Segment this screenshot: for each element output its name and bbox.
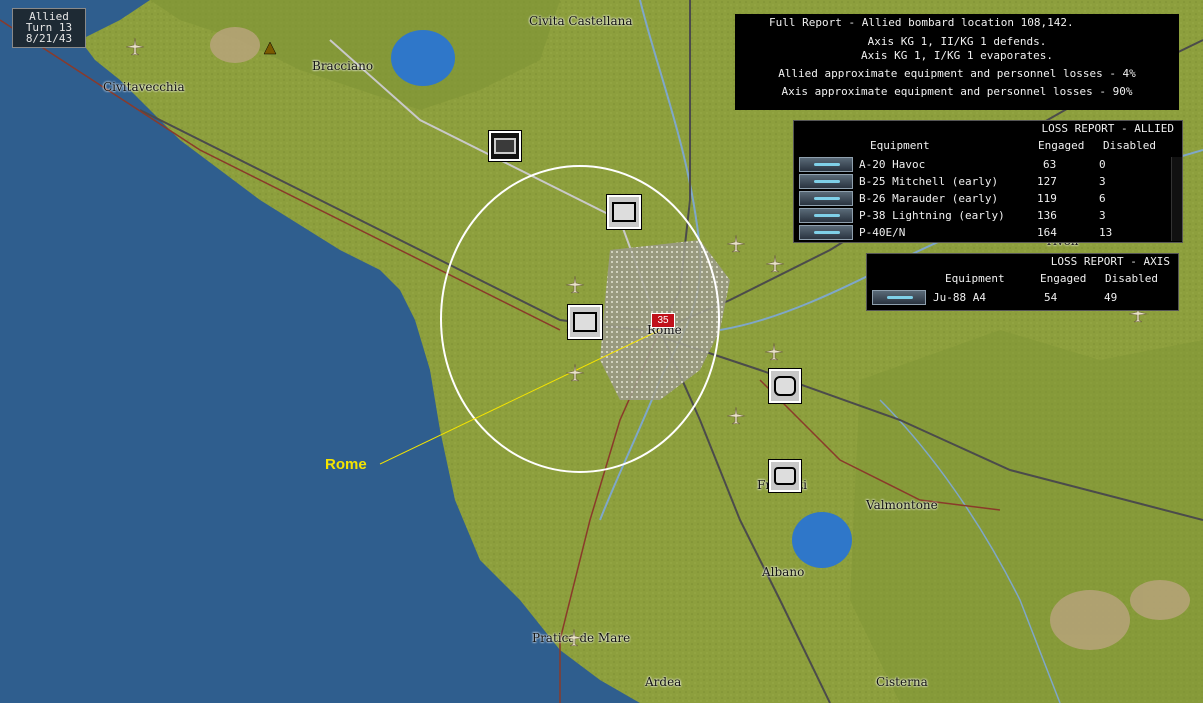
full-report-header: Full Report - Allied bombard location 10… [735,14,1179,29]
column-header-equipment: Equipment [945,272,1005,285]
town-label-albano: Albano [762,565,805,579]
equipment-name: B-26 Marauder (early) [859,192,999,205]
equipment-name: B-25 Mitchell (early) [859,175,999,188]
armor-unit-icon [494,138,516,154]
disabled-count: 3 [1099,209,1106,222]
air-unit-counter[interactable] [607,195,641,229]
airfield-icon[interactable] [726,234,746,254]
airfield-icon[interactable] [765,254,785,274]
column-header-equipment: Equipment [870,139,930,152]
air-unit-counter[interactable] [568,305,602,339]
airfield-icon[interactable] [726,406,746,426]
report-line: Axis approximate equipment and personnel… [781,85,1133,98]
town-label-cisterna: Cisterna [876,675,928,689]
armor-unit-counter[interactable] [489,131,521,161]
full-report-panel: Full Report - Allied bombard location 10… [735,14,1179,110]
armor-unit-icon [774,467,796,485]
column-header-engaged: Engaged [1040,272,1087,285]
loss-row[interactable]: P-40E/N 164 13 [799,225,1179,241]
aircraft-icon [872,290,926,305]
airfield-icon[interactable] [764,342,784,362]
hex-number-badge: 35 [651,313,675,328]
equipment-name: P-40E/N [859,226,906,239]
loss-row[interactable]: P-38 Lightning (early) 136 3 [799,208,1179,224]
armor-unit-counter[interactable] [769,369,801,403]
engaged-count: 119 [1037,192,1057,205]
aircraft-icon [799,225,853,240]
airfield-icon[interactable] [565,363,585,383]
airfield-icon[interactable] [565,275,585,295]
disabled-count: 49 [1104,291,1118,304]
town-label-valmontone: Valmontone [866,498,938,512]
report-line: Allied approximate equipment and personn… [778,67,1136,80]
engaged-count: 127 [1037,175,1057,188]
disabled-count: 13 [1099,226,1113,239]
loss-row[interactable]: B-26 Marauder (early) 119 6 [799,191,1179,207]
aircraft-icon [799,191,853,206]
town-label-civita-castellana: Civita Castellana [529,14,633,28]
engaged-count: 54 [1044,291,1058,304]
armor-unit-icon [774,376,796,396]
rome-callout-label: Rome [325,456,367,473]
aircraft-icon [799,174,853,189]
report-line: Axis KG 1, II/KG 1 defends. [867,35,1047,48]
loss-row[interactable]: Ju-88 A4 54 49 [872,290,1172,306]
disabled-count: 6 [1099,192,1106,205]
aircraft-icon [799,157,853,172]
loss-list-scrollbar[interactable] [1171,157,1182,241]
axis-loss-report-title: LOSS REPORT - AXIS [1050,255,1170,268]
aircraft-icon [799,208,853,223]
disabled-count: 3 [1099,175,1106,188]
column-header-disabled: Disabled [1103,139,1156,152]
allied-loss-report-panel: LOSS REPORT - ALLIED Equipment Engaged D… [793,120,1183,243]
equipment-name: A-20 Havoc [859,158,926,171]
airfield-icon[interactable] [564,628,584,648]
engaged-count: 136 [1037,209,1057,222]
town-label-ardea: Ardea [645,675,682,689]
town-label-civitavecchia: Civitavecchia [103,80,185,94]
air-unit-icon [612,202,636,222]
airfield-icon[interactable] [125,37,145,57]
equipment-name: P-38 Lightning (early) [859,209,1005,222]
disabled-count: 0 [1099,158,1106,171]
air-unit-icon [573,312,597,332]
turn-indicator[interactable]: Allied Turn 13 8/21/43 [12,8,86,48]
loss-row[interactable]: B-25 Mitchell (early) 127 3 [799,174,1179,190]
column-header-disabled: Disabled [1105,272,1158,285]
axis-loss-report-panel: LOSS REPORT - AXIS Equipment Engaged Dis… [866,253,1179,311]
armor-unit-counter[interactable] [769,460,801,492]
column-header-engaged: Engaged [1038,139,1085,152]
equipment-name: Ju-88 A4 [933,291,986,304]
allied-loss-report-title: LOSS REPORT - ALLIED [1041,122,1174,135]
engaged-count: 63 [1043,158,1057,171]
loss-row[interactable]: A-20 Havoc 63 0 [799,157,1179,173]
turn-date: 8/21/43 [25,32,73,45]
report-line: Axis KG 1, I/KG 1 evaporates. [860,49,1054,62]
town-label-bracciano: Bracciano [312,59,374,73]
engaged-count: 164 [1037,226,1057,239]
